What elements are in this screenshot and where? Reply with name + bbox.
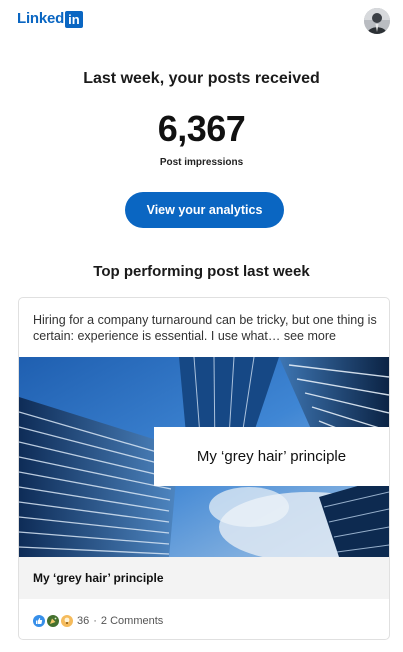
view-analytics-button[interactable]: View your analytics [125,192,284,228]
post-text: Hiring for a company turnaround can be t… [33,312,377,344]
impressions-count: 6,367 [157,108,246,149]
person-silhouette-icon [364,8,390,34]
image-overlay-title: My ‘grey hair’ principle [154,427,389,486]
reaction-count: 36 [77,615,90,627]
link-title: My ‘grey hair’ principle [33,571,164,585]
linkedin-logo[interactable]: Linked in [17,10,83,28]
email-header: Linked in [0,0,403,40]
insightful-icon [61,615,73,627]
reaction-icons [33,615,73,627]
social-counts[interactable]: 36 · 2 Comments [33,614,163,628]
celebrate-icon [47,615,59,627]
comments-link[interactable]: 2 Comments [101,615,163,627]
post-image[interactable]: My ‘grey hair’ principle [19,357,389,557]
link-title-bar[interactable]: My ‘grey hair’ principle [19,557,389,599]
see-more-link[interactable]: see more [284,329,336,343]
like-icon [33,615,45,627]
section-title: Top performing post last week [93,263,310,280]
summary-headline: Last week, your posts received [83,70,320,87]
logo-wordmark: Linked [17,10,65,27]
impressions-label: Post impressions [159,157,244,168]
separator: · [93,615,97,627]
avatar[interactable] [364,8,390,34]
logo-in-box: in [65,10,83,28]
top-post-card[interactable]: Hiring for a company turnaround can be t… [18,297,390,640]
